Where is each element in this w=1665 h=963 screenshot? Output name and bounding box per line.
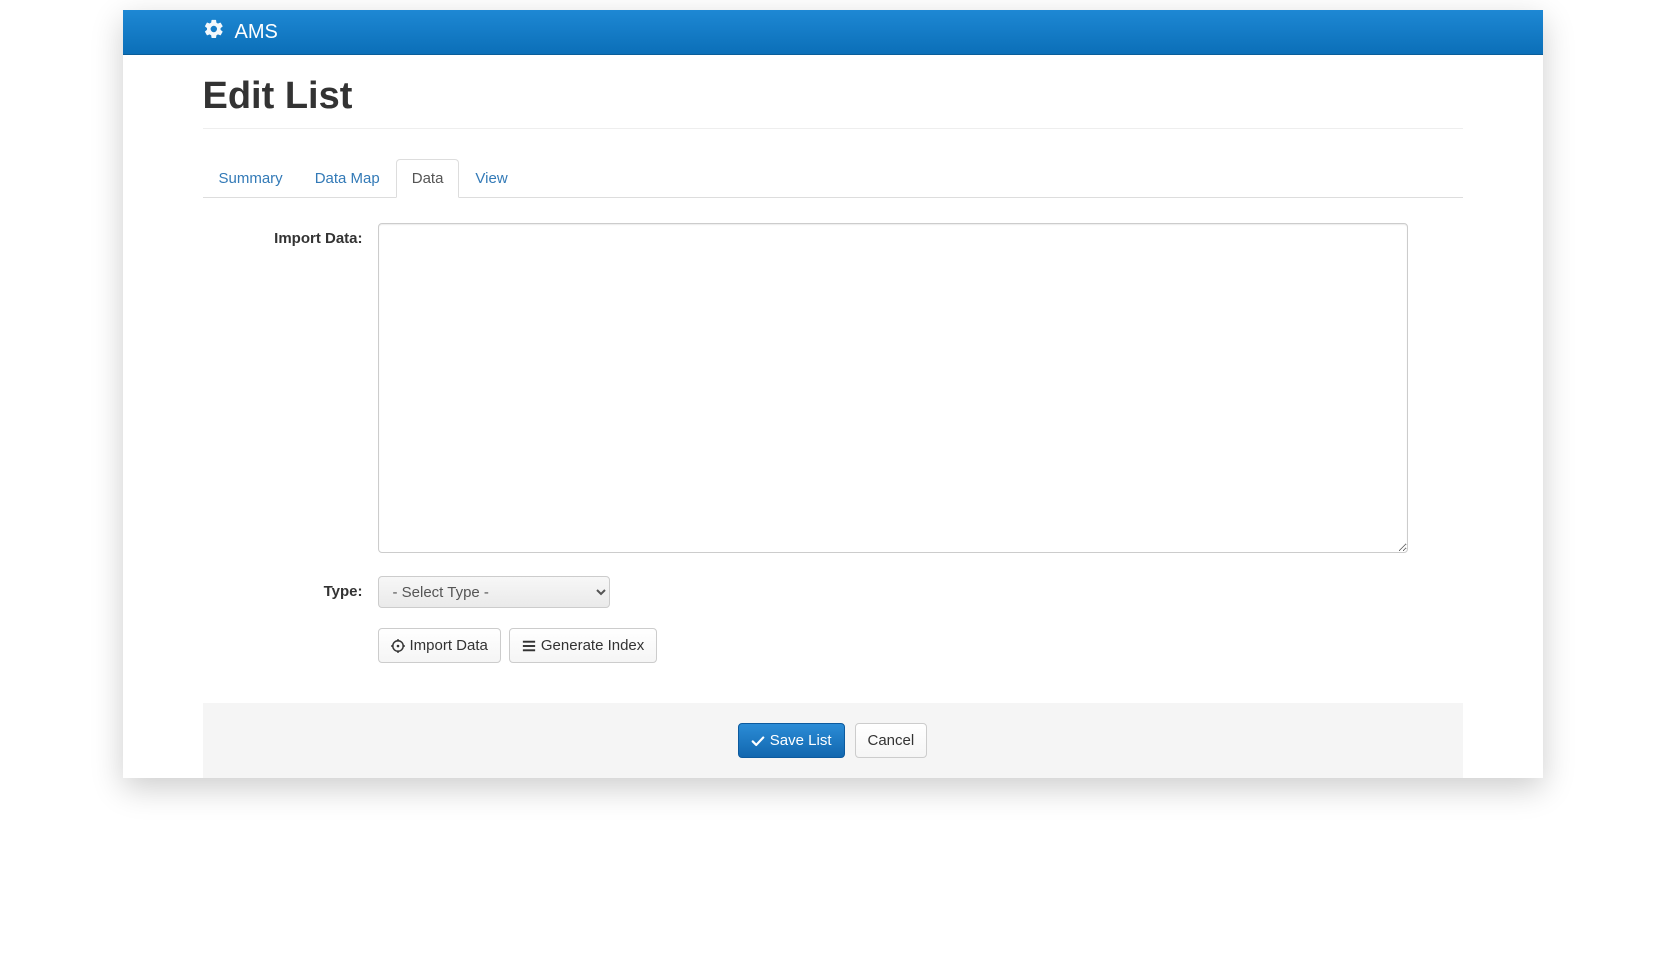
navbar: AMS bbox=[123, 10, 1543, 55]
save-list-button[interactable]: Save List bbox=[738, 723, 845, 758]
type-field-wrap: - Select Type - bbox=[378, 576, 1408, 608]
tab-data-link[interactable]: Data bbox=[396, 159, 460, 198]
cancel-button[interactable]: Cancel bbox=[855, 723, 928, 758]
tab-view-link[interactable]: View bbox=[459, 159, 523, 198]
import-data-button-label: Import Data bbox=[410, 635, 488, 656]
save-list-button-label: Save List bbox=[770, 730, 832, 751]
page-wrapper: AMS Edit List Summary Data Map Data View… bbox=[123, 10, 1543, 778]
action-buttons-row: Import Data Generate Index bbox=[378, 628, 1408, 663]
type-select[interactable]: - Select Type - bbox=[379, 577, 609, 607]
app-name: AMS bbox=[235, 21, 278, 44]
check-icon bbox=[751, 730, 765, 751]
tab-data: Data bbox=[396, 159, 460, 198]
gear-icon bbox=[203, 18, 225, 46]
tab-view: View bbox=[459, 159, 523, 198]
footer-actions: Save List Cancel bbox=[203, 703, 1463, 778]
import-data-textarea[interactable] bbox=[378, 223, 1408, 553]
tab-data-map-link[interactable]: Data Map bbox=[299, 159, 396, 198]
tab-content: Import Data: Type: - Select Type - bbox=[203, 198, 1463, 663]
generate-index-button-label: Generate Index bbox=[541, 635, 644, 656]
import-data-label: Import Data: bbox=[203, 223, 378, 556]
type-select-wrapper: - Select Type - bbox=[378, 576, 610, 608]
import-data-field-wrap bbox=[378, 223, 1408, 556]
cancel-button-label: Cancel bbox=[868, 730, 915, 751]
form-group-type: Type: - Select Type - bbox=[203, 576, 1463, 608]
generate-index-button[interactable]: Generate Index bbox=[509, 628, 657, 663]
tab-summary-link[interactable]: Summary bbox=[203, 159, 299, 198]
tab-data-map: Data Map bbox=[299, 159, 396, 198]
page-title: Edit List bbox=[203, 75, 1463, 129]
buttons-spacer-label bbox=[203, 628, 378, 663]
list-icon bbox=[522, 635, 536, 656]
import-data-button[interactable]: Import Data bbox=[378, 628, 501, 663]
nav-tabs: Summary Data Map Data View bbox=[203, 159, 1463, 198]
form-group-import-data: Import Data: bbox=[203, 223, 1463, 556]
type-label: Type: bbox=[203, 576, 378, 608]
form-group-buttons: Import Data Generate Index bbox=[203, 628, 1463, 663]
tab-summary: Summary bbox=[203, 159, 299, 198]
navbar-brand[interactable]: AMS bbox=[203, 18, 278, 46]
main-container: Edit List Summary Data Map Data View Imp… bbox=[123, 55, 1543, 778]
target-icon bbox=[391, 635, 405, 656]
